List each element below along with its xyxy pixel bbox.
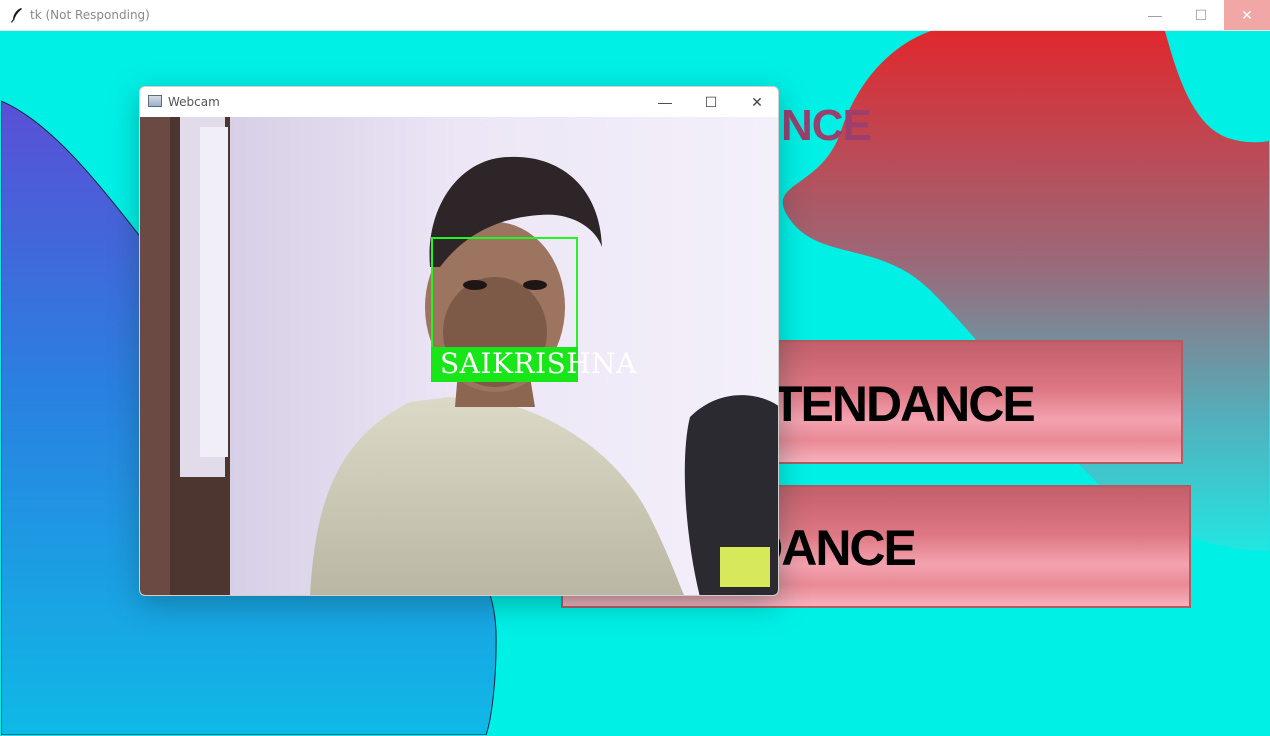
webcam-minimize-button[interactable]: — [642, 87, 688, 117]
page-heading: NCE [781, 101, 872, 150]
close-button[interactable]: ✕ [1224, 0, 1270, 30]
webcam-feed: SAIKRISHNA [140, 117, 778, 595]
maximize-button[interactable]: ☐ [1178, 0, 1224, 30]
window-titlebar[interactable]: tk (Not Responding) — ☐ ✕ [0, 0, 1270, 31]
window-title: tk (Not Responding) [30, 8, 150, 22]
window-icon [148, 95, 162, 107]
detected-name: SAIKRISHNA [440, 347, 637, 380]
webcam-close-button[interactable]: ✕ [734, 87, 778, 117]
webcam-window[interactable]: Webcam — ☐ ✕ SAIKRISHNA [139, 86, 779, 596]
webcam-titlebar[interactable]: Webcam — ☐ ✕ [140, 87, 778, 117]
webcam-title: Webcam [168, 95, 220, 109]
feather-icon [10, 8, 22, 23]
minimize-button[interactable]: — [1132, 0, 1178, 30]
webcam-maximize-button[interactable]: ☐ [688, 87, 734, 117]
